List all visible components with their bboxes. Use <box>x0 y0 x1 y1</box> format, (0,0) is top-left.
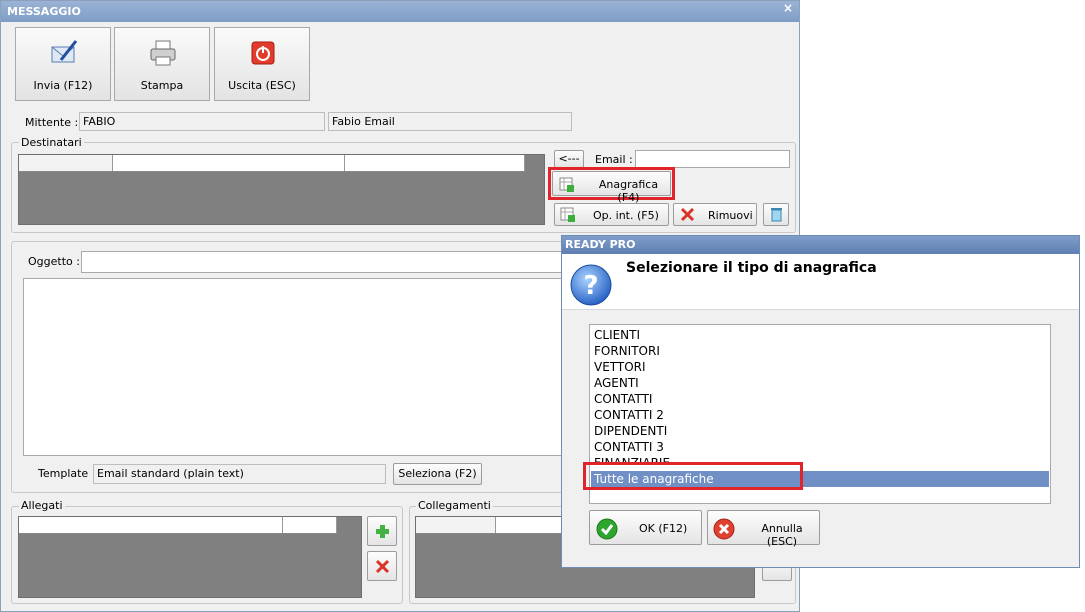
anagrafica-label: Anagrafica (F4) <box>598 178 659 204</box>
ok-label: OK (F12) <box>639 522 688 535</box>
recycle-bin-icon <box>771 208 782 222</box>
list-item[interactable]: VETTORI <box>594 359 646 375</box>
cancel-button[interactable]: Annulla (ESC) <box>707 510 820 548</box>
highlight-box <box>583 462 803 490</box>
add-attachment-button[interactable] <box>367 516 397 546</box>
remove-attachment-button[interactable] <box>367 551 397 581</box>
anagrafica-button[interactable]: Anagrafica (F4) <box>552 171 671 204</box>
subject-label: Oggetto : <box>28 255 80 268</box>
email-input[interactable] <box>635 150 790 168</box>
exit-button[interactable]: Uscita (ESC) <box>214 27 310 101</box>
opint-label: Op. int. (F5) <box>593 209 659 222</box>
dialog-title: READY PRO <box>565 238 636 251</box>
list-item[interactable]: CLIENTI <box>594 327 640 343</box>
grid-column-header[interactable] <box>416 517 496 533</box>
template-field: Email standard (plain text) <box>93 464 386 484</box>
window-titlebar: MESSAGGIO <box>1 1 799 22</box>
envelope-pen-icon <box>51 40 78 63</box>
ok-button[interactable]: OK (F12) <box>589 510 702 545</box>
remove-button[interactable]: Rimuovi <box>673 203 757 226</box>
template-label: Template : <box>38 467 96 480</box>
cross-icon <box>680 207 695 222</box>
remove-label: Rimuovi <box>708 209 753 222</box>
list-item[interactable]: DIPENDENTI <box>594 423 667 439</box>
print-button[interactable]: Stampa <box>114 27 210 101</box>
attachments-grid[interactable] <box>18 516 362 598</box>
recycle-button[interactable] <box>763 203 789 226</box>
email-label: Email : <box>595 153 633 166</box>
dialog-question: Selezionare il tipo di anagrafica <box>626 260 877 276</box>
attachments-legend: Allegati <box>19 499 65 512</box>
grid-header <box>19 155 525 172</box>
recipients-grid[interactable] <box>18 154 545 225</box>
send-button[interactable]: Invia (F12) <box>15 27 111 101</box>
svg-text:?: ? <box>583 271 598 301</box>
question-icon: ? <box>570 264 612 306</box>
power-icon <box>251 41 275 65</box>
exit-label: Uscita (ESC) <box>228 79 296 92</box>
dialog-header: ? Selezionare il tipo di anagrafica <box>562 254 1079 310</box>
grid-column-header[interactable] <box>19 155 113 171</box>
grid-column-header[interactable] <box>113 155 345 171</box>
arrow-left-button[interactable]: <--- <box>554 150 584 168</box>
grid-column-header[interactable] <box>19 517 283 533</box>
links-legend: Collegamenti <box>416 499 493 512</box>
sender-name-field: FABIO <box>79 112 325 131</box>
window-title: MESSAGGIO <box>7 5 81 18</box>
ready-pro-dialog: READY PRO ? Selezionare il tipo di anagr… <box>561 235 1080 568</box>
plus-icon <box>376 525 389 538</box>
checkmark-icon <box>596 518 618 540</box>
close-icon[interactable]: × <box>783 1 793 15</box>
dialog-titlebar: READY PRO <box>562 236 1079 254</box>
grid-header <box>19 517 337 534</box>
send-label: Invia (F12) <box>33 79 93 92</box>
list-item[interactable]: CONTATTI 3 <box>594 439 664 455</box>
list-item[interactable]: AGENTI <box>594 375 639 391</box>
list-item[interactable]: CONTATTI 2 <box>594 407 664 423</box>
sender-label: Mittente : <box>25 116 79 129</box>
cancel-icon <box>713 518 735 540</box>
grid-column-header[interactable] <box>345 155 525 171</box>
select-template-button[interactable]: Seleziona (F2) <box>393 463 482 485</box>
list-item[interactable]: CONTATTI <box>594 391 652 407</box>
opint-button[interactable]: Op. int. (F5) <box>554 203 669 226</box>
recipients-legend: Destinatari <box>19 136 84 149</box>
cancel-label: Annulla (ESC) <box>761 522 803 548</box>
table-add-icon <box>560 207 575 222</box>
table-add-icon <box>559 177 574 192</box>
print-label: Stampa <box>140 79 184 92</box>
cross-icon <box>375 559 390 574</box>
printer-icon <box>150 40 176 66</box>
list-item[interactable]: FORNITORI <box>594 343 660 359</box>
grid-column-header[interactable] <box>283 517 337 533</box>
sender-email-field: Fabio Email <box>328 112 572 131</box>
